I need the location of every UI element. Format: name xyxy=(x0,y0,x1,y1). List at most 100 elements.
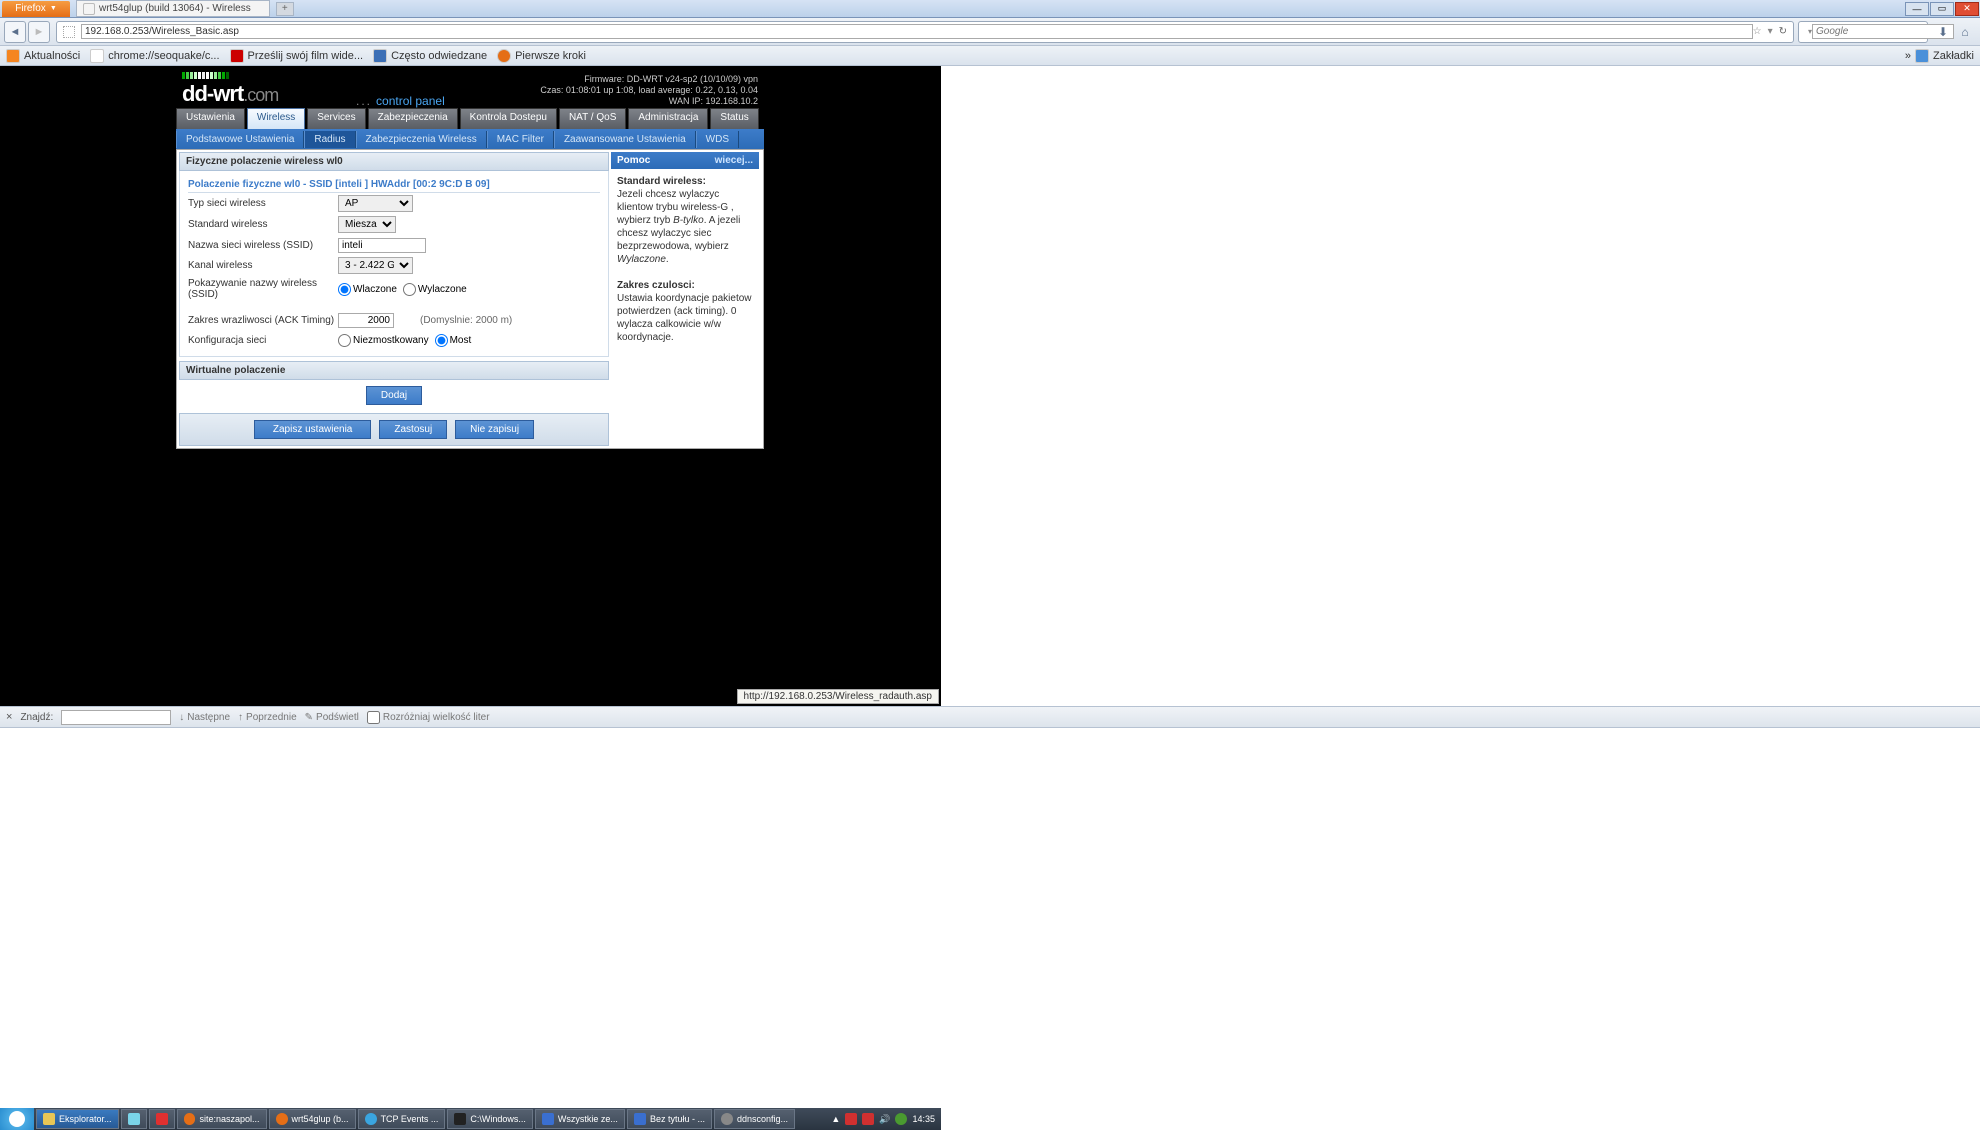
input-ssid[interactable] xyxy=(338,238,426,253)
select-channel[interactable]: 3 - 2.422 GHz xyxy=(338,257,413,274)
page-viewport: dd-wrt.com ...control panel Firmware: DD… xyxy=(0,66,941,706)
notepad-icon xyxy=(128,1113,140,1125)
tray-app-icon[interactable] xyxy=(862,1113,874,1125)
ie-icon xyxy=(542,1113,554,1125)
taskbar-item[interactable] xyxy=(149,1109,175,1129)
select-wireless-standard[interactable]: Mieszana xyxy=(338,216,396,233)
url-input[interactable] xyxy=(81,24,1753,39)
tray-network-icon[interactable] xyxy=(895,1113,907,1125)
taskbar-item[interactable]: Bez tytułu - ... xyxy=(627,1109,712,1129)
subtab-basic[interactable]: Podstawowe Ustawienia xyxy=(176,131,304,148)
tab-kontrola[interactable]: Kontrola Dostepu xyxy=(460,108,557,129)
bookmark-item[interactable]: Pierwsze kroki xyxy=(497,49,586,63)
label-channel: Kanal wireless xyxy=(188,260,338,271)
bookmarks-toolbar: Aktualności chrome://seoquake/c... Prześ… xyxy=(0,46,1980,66)
tab-nat-qos[interactable]: NAT / QoS xyxy=(559,108,626,129)
back-button[interactable]: ◄ xyxy=(4,21,26,43)
cmd-icon xyxy=(454,1113,466,1125)
select-wireless-type[interactable]: AP xyxy=(338,195,413,212)
main-tabs: Ustawienia Wireless Services Zabezpiecze… xyxy=(176,108,764,129)
arrow-up-icon: ↑ xyxy=(238,712,243,723)
bookmark-item[interactable]: Aktualności xyxy=(6,49,80,63)
taskbar-item[interactable]: site:naszapol... xyxy=(177,1109,267,1129)
close-button[interactable]: ✕ xyxy=(1955,2,1979,16)
tray-volume-icon[interactable]: 🔊 xyxy=(879,1114,890,1125)
taskbar-item[interactable] xyxy=(121,1109,147,1129)
firefox-menu-button[interactable]: Firefox▼ xyxy=(2,1,70,17)
home-button[interactable]: ⌂ xyxy=(1956,23,1974,41)
taskbar-item[interactable]: wrt54glup (b... xyxy=(269,1109,356,1129)
add-button[interactable]: Dodaj xyxy=(366,386,422,405)
bookmark-item[interactable]: Prześlij swój film wide... xyxy=(230,49,364,63)
subtab-radius[interactable]: Radius xyxy=(304,131,355,148)
search-bar[interactable]: ▾ xyxy=(1798,21,1928,43)
system-info: Firmware: DD-WRT v24-sp2 (10/10/09) vpn … xyxy=(540,74,758,107)
ddwrt-logo: dd-wrt.com xyxy=(182,81,278,107)
find-close-button[interactable]: × xyxy=(6,711,12,723)
forward-button[interactable]: ► xyxy=(28,21,50,43)
youtube-icon xyxy=(230,49,244,63)
site-identity-icon xyxy=(63,26,75,38)
tray-clock[interactable]: 14:35 xyxy=(912,1114,935,1124)
ddwrt-panel: dd-wrt.com ...control panel Firmware: DD… xyxy=(176,72,764,449)
apply-button[interactable]: Zastosuj xyxy=(379,420,447,439)
search-input[interactable] xyxy=(1812,24,1954,39)
find-highlight-button[interactable]: ✎Podświetl xyxy=(305,712,359,723)
ie-icon xyxy=(634,1113,646,1125)
radio-cfg-unbridged[interactable]: Niezmostkowany xyxy=(338,334,429,347)
label-show-ssid: Pokazywanie nazwy wireless (SSID) xyxy=(188,278,338,300)
arrow-down-icon: ↓ xyxy=(179,712,184,723)
windows-taskbar: Eksplorator... site:naszapol... wrt54glu… xyxy=(0,1108,941,1130)
start-button[interactable] xyxy=(0,1108,34,1130)
tab-ustawienia[interactable]: Ustawienia xyxy=(176,108,245,129)
system-tray[interactable]: ▲ 🔊 14:35 xyxy=(831,1113,941,1125)
tray-avira-icon[interactable] xyxy=(845,1113,857,1125)
label-config: Konfiguracja sieci xyxy=(188,335,338,346)
new-tab-button[interactable]: + xyxy=(276,2,294,16)
globe-icon xyxy=(365,1113,377,1125)
find-bar: × Znajdź: ↓Następne ↑Poprzednie ✎Podświe… xyxy=(0,706,1980,728)
save-button[interactable]: Zapisz ustawienia xyxy=(254,420,371,439)
gear-icon xyxy=(721,1113,733,1125)
tab-title: wrt54glup (build 13064) - Wireless xyxy=(99,3,251,14)
find-next-button[interactable]: ↓Następne xyxy=(179,712,230,723)
tab-wireless[interactable]: Wireless xyxy=(247,108,305,129)
taskbar-item[interactable]: Wszystkie ze... xyxy=(535,1109,625,1129)
browser-tab-active[interactable]: wrt54glup (build 13064) - Wireless xyxy=(76,0,270,17)
find-prev-button[interactable]: ↑Poprzednie xyxy=(238,712,297,723)
taskbar-item[interactable]: ddnsconfig... xyxy=(714,1109,795,1129)
downloads-button[interactable]: ⬇ xyxy=(1934,23,1952,41)
tab-status[interactable]: Status xyxy=(710,108,758,129)
bookmark-item[interactable]: chrome://seoquake/c... xyxy=(90,49,219,63)
tray-chevron-icon[interactable]: ▲ xyxy=(831,1114,840,1124)
tab-services[interactable]: Services xyxy=(307,108,365,129)
subtab-advanced[interactable]: Zaawansowane Ustawienia xyxy=(554,131,696,148)
subtab-security[interactable]: Zabezpieczenia Wireless xyxy=(356,131,487,148)
address-bar[interactable]: ☆▾↻ xyxy=(56,21,1794,43)
subtab-macfilter[interactable]: MAC Filter xyxy=(487,131,554,148)
highlight-icon: ✎ xyxy=(305,712,313,723)
hint-ack: (Domyslnie: 2000 m) xyxy=(420,315,512,326)
minimize-button[interactable]: — xyxy=(1905,2,1929,16)
taskbar-item[interactable]: TCP Events ... xyxy=(358,1109,446,1129)
radio-show-on[interactable]: Wlaczone xyxy=(338,283,397,296)
taskbar-item[interactable]: Eksplorator... xyxy=(36,1109,119,1129)
firefox-icon xyxy=(184,1113,196,1125)
bookmark-item[interactable]: Często odwiedzane xyxy=(373,49,487,63)
help-more-link[interactable]: wiecej... xyxy=(715,155,753,166)
tab-zabezpieczenia[interactable]: Zabezpieczenia xyxy=(368,108,458,129)
section-header-physical: Fizyczne polaczenie wireless wl0 xyxy=(179,152,609,171)
taskbar-item[interactable]: C:\Windows... xyxy=(447,1109,533,1129)
input-ack-timing[interactable] xyxy=(338,313,394,328)
control-panel-label: ...control panel xyxy=(356,94,445,108)
find-input[interactable] xyxy=(61,710,171,725)
subtab-wds[interactable]: WDS xyxy=(696,131,739,148)
maximize-button[interactable]: ▭ xyxy=(1930,2,1954,16)
radio-show-off[interactable]: Wylaczone xyxy=(403,283,467,296)
cancel-button[interactable]: Nie zapisuj xyxy=(455,420,534,439)
bookmarks-menu-button[interactable]: »Zakładki xyxy=(1905,49,1974,63)
tab-administracja[interactable]: Administracja xyxy=(628,108,708,129)
radio-cfg-bridge[interactable]: Most xyxy=(435,334,472,347)
bookmark-star-icon xyxy=(1915,49,1929,63)
find-matchcase-checkbox[interactable]: Rozróżniaj wielkość liter xyxy=(367,711,490,724)
